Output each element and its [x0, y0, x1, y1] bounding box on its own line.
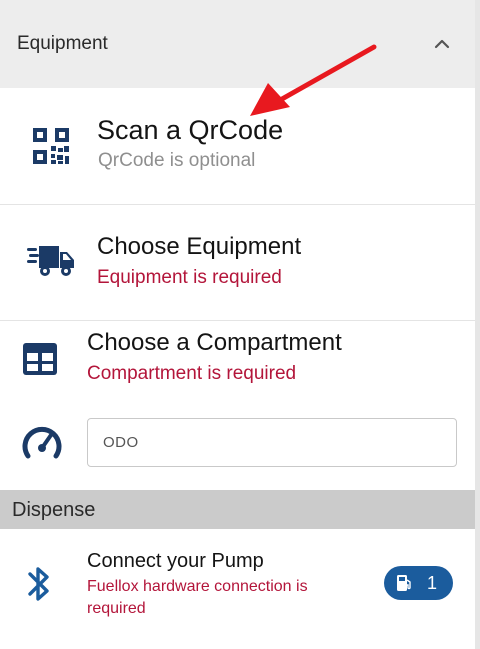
qr-code-icon: [33, 128, 69, 164]
truck-icon: [27, 246, 74, 276]
table-icon: [23, 343, 57, 375]
equipment-section-title: Equipment: [17, 33, 108, 54]
connect-pump-subtitle: Fuellox hardware connection is required: [87, 578, 308, 617]
choose-compartment-row[interactable]: Choose a Compartment Compartment is requ…: [0, 321, 475, 393]
dispense-section-header: Dispense: [0, 490, 475, 529]
connect-pump-title: Connect your Pump: [87, 550, 264, 572]
equipment-section-header[interactable]: Equipment: [0, 0, 475, 88]
choose-compartment-subtitle: Compartment is required: [87, 363, 297, 384]
dispense-section-title: Dispense: [12, 499, 96, 521]
bluetooth-icon: [28, 567, 49, 601]
speedometer-icon: [22, 426, 62, 459]
pump-count-badge[interactable]: 1: [384, 566, 453, 600]
scan-qrcode-subtitle: QrCode is optional: [98, 150, 256, 171]
scan-qrcode-row[interactable]: Scan a QrCode QrCode is optional: [0, 88, 475, 204]
chevron-up-icon[interactable]: [432, 34, 452, 54]
odo-label: ODO: [103, 434, 139, 451]
choose-equipment-subtitle: Equipment is required: [97, 267, 282, 288]
scan-qrcode-title: Scan a QrCode: [97, 115, 284, 145]
right-border: [475, 0, 480, 649]
odo-input[interactable]: ODO: [87, 418, 457, 467]
choose-equipment-row[interactable]: Choose Equipment Equipment is required: [0, 205, 475, 320]
fuel-pump-icon: [397, 575, 411, 591]
pump-count: 1: [427, 573, 438, 593]
choose-compartment-title: Choose a Compartment: [87, 329, 342, 356]
choose-equipment-title: Choose Equipment: [97, 233, 302, 260]
